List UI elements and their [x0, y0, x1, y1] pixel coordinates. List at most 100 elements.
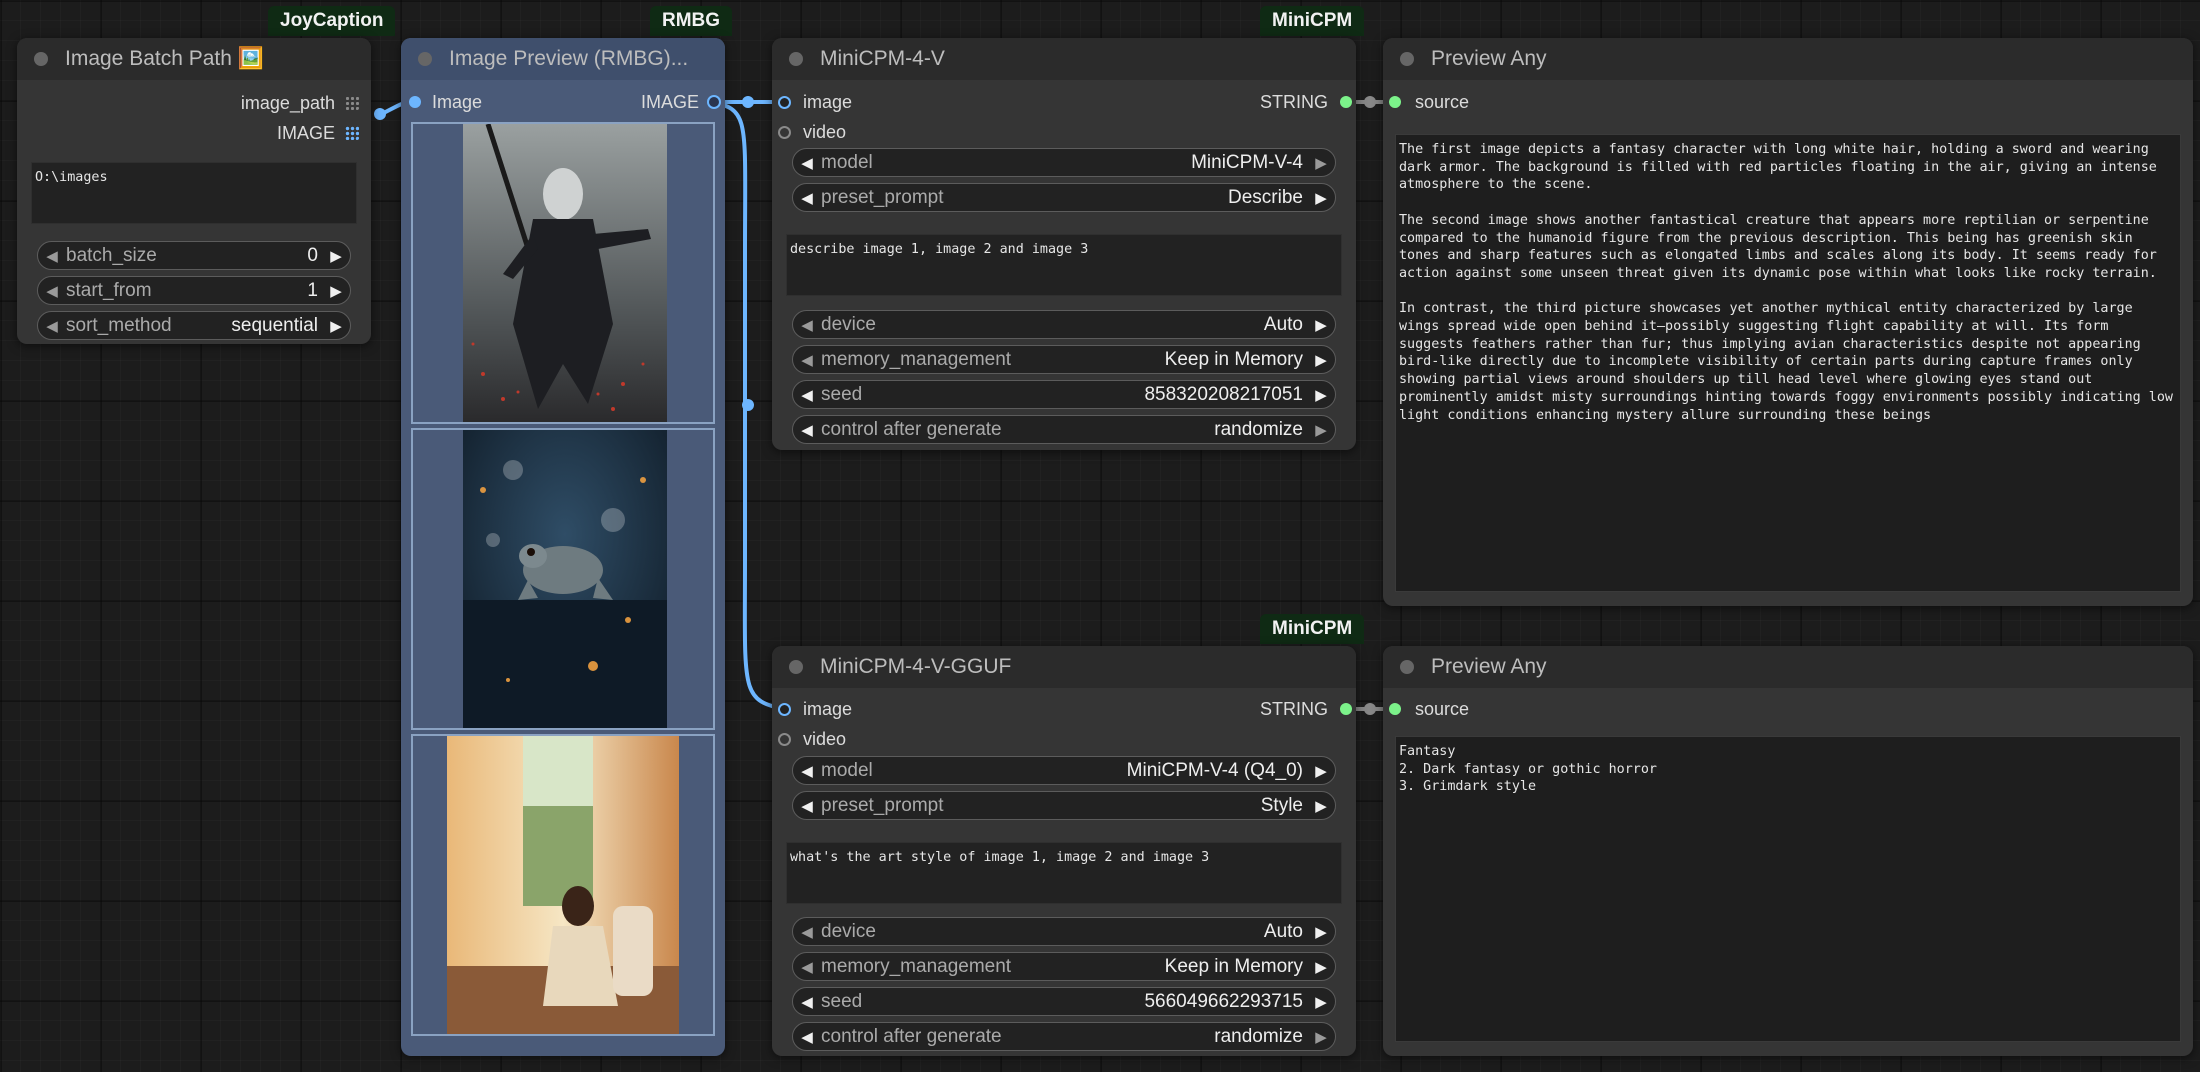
decrement-arrow-icon[interactable]: ◀	[38, 317, 66, 335]
collapse-dot-icon[interactable]	[789, 52, 803, 66]
input-image[interactable]: Image	[409, 89, 482, 115]
preview-any-node-bottom[interactable]: Preview Any source Fantasy 2. Dark fanta…	[1383, 646, 2193, 1056]
grid-port-icon[interactable]	[345, 126, 359, 140]
seed-widget[interactable]: ◀ seed 858320208217051 ▶	[792, 380, 1336, 409]
increment-arrow-icon[interactable]: ▶	[322, 247, 350, 265]
increment-arrow-icon[interactable]: ▶	[1307, 316, 1335, 334]
output-string[interactable]: STRING	[1260, 89, 1352, 115]
minicpm-4-v-gguf-node[interactable]: MiniCPM-4-V-GGUF image video STRING ◀ mo…	[772, 646, 1356, 1056]
collapse-dot-icon[interactable]	[1400, 660, 1414, 674]
model-widget[interactable]: ◀ model MiniCPM-V-4 (Q4_0) ▶	[792, 756, 1336, 785]
preview-image-2[interactable]	[411, 428, 715, 730]
decrement-arrow-icon[interactable]: ◀	[793, 762, 821, 780]
prompt-input[interactable]: describe image 1, image 2 and image 3	[786, 234, 1342, 296]
output-image-path[interactable]: image_path	[241, 90, 359, 116]
input-source[interactable]: source	[1389, 696, 1469, 722]
increment-arrow-icon[interactable]: ▶	[1307, 189, 1335, 207]
memory-management-widget[interactable]: ◀ memory_management Keep in Memory ▶	[792, 345, 1336, 374]
device-widget[interactable]: ◀ device Auto ▶	[792, 917, 1336, 946]
input-source[interactable]: source	[1389, 89, 1469, 115]
port-dot-icon[interactable]	[778, 125, 791, 139]
preview-image-1[interactable]	[411, 122, 715, 424]
decrement-arrow-icon[interactable]: ◀	[38, 247, 66, 265]
collapse-dot-icon[interactable]	[34, 52, 48, 66]
widget-value: Auto	[1263, 920, 1303, 942]
node-header[interactable]: MiniCPM-4-V-GGUF	[772, 646, 1356, 688]
widget-value: MiniCPM-V-4	[1191, 151, 1303, 173]
increment-arrow-icon[interactable]: ▶	[1307, 958, 1335, 976]
grid-port-icon[interactable]	[345, 96, 359, 110]
port-dot-icon[interactable]	[778, 702, 791, 716]
decrement-arrow-icon[interactable]: ◀	[793, 316, 821, 334]
decrement-arrow-icon[interactable]: ◀	[793, 189, 821, 207]
increment-arrow-icon[interactable]: ▶	[322, 317, 350, 335]
port-dot-icon[interactable]	[1389, 703, 1401, 715]
widget-value: 858320208217051	[1144, 383, 1303, 405]
device-widget[interactable]: ◀ device Auto ▶	[792, 310, 1336, 339]
port-dot-icon[interactable]	[707, 95, 721, 109]
port-dot-icon[interactable]	[1340, 96, 1352, 108]
prompt-input[interactable]: what's the art style of image 1, image 2…	[786, 842, 1342, 904]
output-image[interactable]: IMAGE	[641, 89, 721, 115]
image-batch-path-node[interactable]: Image Batch Path 🖼️ image_path IMAGE O:\…	[17, 38, 371, 344]
increment-arrow-icon[interactable]: ▶	[1307, 797, 1335, 815]
preview-image-3[interactable]	[411, 734, 715, 1036]
node-header[interactable]: Image Batch Path 🖼️	[17, 38, 371, 80]
decrement-arrow-icon[interactable]: ◀	[793, 351, 821, 369]
start-from-widget[interactable]: ◀ start_from 1 ▶	[37, 276, 351, 305]
control-after-generate-widget[interactable]: ◀ control after generate randomize ▶	[792, 1022, 1336, 1051]
memory-management-widget[interactable]: ◀ memory_management Keep in Memory ▶	[792, 952, 1336, 981]
increment-arrow-icon[interactable]: ▶	[1307, 762, 1335, 780]
decrement-arrow-icon[interactable]: ◀	[793, 1028, 821, 1046]
increment-arrow-icon[interactable]: ▶	[1307, 1028, 1335, 1046]
decrement-arrow-icon[interactable]: ◀	[793, 923, 821, 941]
node-header[interactable]: MiniCPM-4-V	[772, 38, 1356, 80]
port-dot-icon[interactable]	[1340, 703, 1352, 715]
increment-arrow-icon[interactable]: ▶	[1307, 421, 1335, 439]
decrement-arrow-icon[interactable]: ◀	[793, 993, 821, 1011]
decrement-arrow-icon[interactable]: ◀	[38, 282, 66, 300]
model-widget[interactable]: ◀ model MiniCPM-V-4 ▶	[792, 148, 1336, 177]
increment-arrow-icon[interactable]: ▶	[1307, 386, 1335, 404]
node-header[interactable]: Preview Any	[1383, 646, 2193, 688]
image-preview-rmbg-node[interactable]: Image Preview (RMBG)... Image IMAGE	[401, 38, 725, 1056]
preset-prompt-widget[interactable]: ◀ preset_prompt Style ▶	[792, 791, 1336, 820]
sort-method-widget[interactable]: ◀ sort_method sequential ▶	[37, 311, 351, 340]
output-image[interactable]: IMAGE	[277, 120, 359, 146]
minicpm-4-v-node[interactable]: MiniCPM-4-V image video STRING ◀ model M…	[772, 38, 1356, 450]
increment-arrow-icon[interactable]: ▶	[1307, 993, 1335, 1011]
collapse-dot-icon[interactable]	[789, 660, 803, 674]
input-video[interactable]: video	[778, 119, 846, 145]
input-image[interactable]: image	[778, 696, 852, 722]
decrement-arrow-icon[interactable]: ◀	[793, 421, 821, 439]
node-header[interactable]: Preview Any	[1383, 38, 2193, 80]
input-image[interactable]: image	[778, 89, 852, 115]
preview-text-output[interactable]: The first image depicts a fantasy charac…	[1395, 134, 2181, 592]
widget-value: randomize	[1214, 1025, 1303, 1047]
batch-size-widget[interactable]: ◀ batch_size 0 ▶	[37, 241, 351, 270]
seed-widget[interactable]: ◀ seed 566049662293715 ▶	[792, 987, 1336, 1016]
increment-arrow-icon[interactable]: ▶	[1307, 154, 1335, 172]
preset-prompt-widget[interactable]: ◀ preset_prompt Describe ▶	[792, 183, 1336, 212]
preview-any-node-top[interactable]: Preview Any source The first image depic…	[1383, 38, 2193, 606]
badge-rmbg: RMBG	[650, 6, 733, 36]
decrement-arrow-icon[interactable]: ◀	[793, 958, 821, 976]
control-after-generate-widget[interactable]: ◀ control after generate randomize ▶	[792, 415, 1336, 444]
increment-arrow-icon[interactable]: ▶	[322, 282, 350, 300]
increment-arrow-icon[interactable]: ▶	[1307, 923, 1335, 941]
output-string[interactable]: STRING	[1260, 696, 1352, 722]
node-header[interactable]: Image Preview (RMBG)...	[401, 38, 725, 80]
port-dot-icon[interactable]	[778, 732, 791, 746]
port-dot-icon[interactable]	[1389, 96, 1401, 108]
decrement-arrow-icon[interactable]: ◀	[793, 797, 821, 815]
collapse-dot-icon[interactable]	[418, 52, 432, 66]
collapse-dot-icon[interactable]	[1400, 52, 1414, 66]
decrement-arrow-icon[interactable]: ◀	[793, 386, 821, 404]
port-dot-icon[interactable]	[409, 96, 421, 108]
path-input[interactable]: O:\images	[31, 162, 357, 224]
preview-text-output[interactable]: Fantasy 2. Dark fantasy or gothic horror…	[1395, 736, 2181, 1042]
decrement-arrow-icon[interactable]: ◀	[793, 154, 821, 172]
port-dot-icon[interactable]	[778, 95, 791, 109]
input-video[interactable]: video	[778, 726, 846, 752]
increment-arrow-icon[interactable]: ▶	[1307, 351, 1335, 369]
